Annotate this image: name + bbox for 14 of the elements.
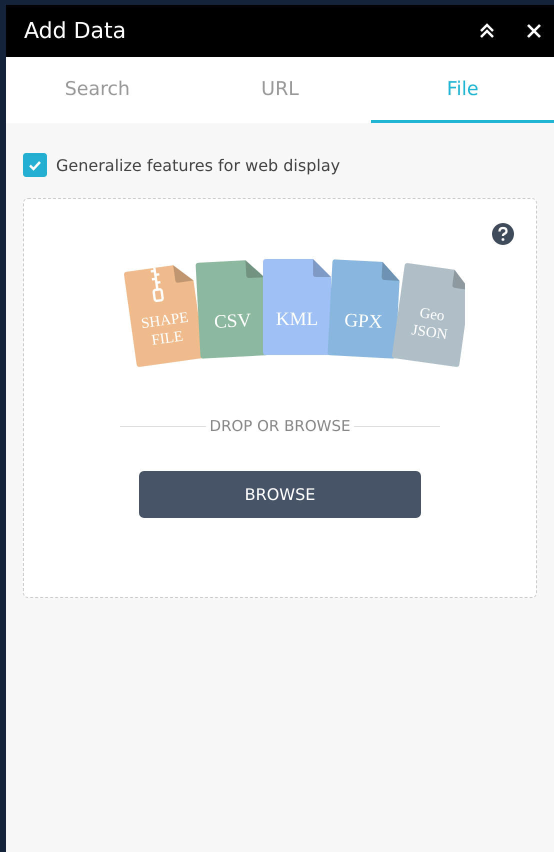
file-type-label: JSON [410, 322, 448, 344]
checkbox[interactable] [23, 153, 47, 177]
window-title: Add Data [24, 18, 126, 44]
help-icon[interactable] [492, 223, 514, 245]
drop-label: DROP OR BROWSE [210, 417, 350, 435]
file-type-label: GPX [344, 310, 383, 333]
browse-button[interactable]: BROWSE [139, 471, 421, 518]
checkbox-label: Generalize features for web display [56, 156, 340, 174]
file-type-label: CSV [214, 310, 252, 333]
file-type-label: Geo [418, 305, 446, 325]
file-type-label: KML [276, 309, 318, 330]
collapse-icon[interactable] [478, 22, 496, 40]
drop-zone[interactable]: SHAPE FILE CSV KML GPX Geo JSON DROP OR BROWSE BROWSE [23, 198, 537, 598]
close-icon[interactable] [526, 23, 542, 39]
